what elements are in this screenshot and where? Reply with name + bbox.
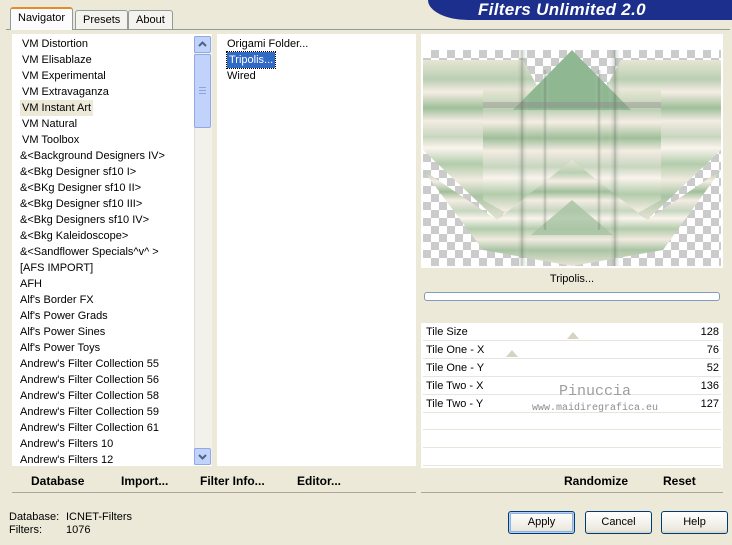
- category-item[interactable]: VM Distortion: [22, 36, 88, 52]
- parameter-value: 136: [700, 380, 719, 392]
- randomize-button[interactable]: Randomize: [564, 473, 628, 489]
- toolbar-divider: [12, 492, 416, 493]
- parameter-value: 128: [700, 326, 719, 338]
- category-item[interactable]: VM Elisablaze: [22, 52, 92, 68]
- preview-filter-name: Tripolis...: [423, 268, 721, 291]
- scroll-thumb[interactable]: [194, 54, 211, 128]
- parameter-label: Tile Two - X: [426, 380, 484, 392]
- category-item[interactable]: VM Instant Art: [20, 100, 94, 116]
- tab-about[interactable]: About: [128, 10, 173, 29]
- category-item[interactable]: &<Bkg Designer sf10 I>: [20, 164, 136, 180]
- parameter-row[interactable]: Tile One - Y 52: [423, 359, 721, 377]
- category-item[interactable]: VM Extravaganza: [22, 84, 109, 100]
- help-button[interactable]: Help: [661, 511, 728, 534]
- editor-button[interactable]: Editor...: [297, 473, 341, 489]
- category-item[interactable]: Alf's Power Toys: [20, 340, 100, 356]
- category-item[interactable]: Andrew's Filter Collection 61: [20, 420, 159, 436]
- slider-marker: [506, 350, 518, 357]
- chevron-down-icon: [198, 454, 207, 460]
- filter-item[interactable]: Tripolis...: [225, 51, 277, 69]
- watermark-url: www.maidiregrafica.eu: [531, 403, 659, 414]
- category-list[interactable]: VM Distortion VM Elisablaze VM Experimenta…: [12, 34, 212, 466]
- slider-marker: [567, 332, 579, 339]
- category-item[interactable]: Alf's Power Sines: [20, 324, 105, 340]
- parameter-value: 127: [700, 398, 719, 410]
- app-title: Filters Unlimited 2.0: [478, 0, 646, 19]
- chevron-up-icon: [198, 41, 207, 47]
- tab-panel-border: [6, 29, 730, 30]
- filter-info-button[interactable]: Filter Info...: [200, 473, 265, 489]
- category-item[interactable]: &<Bkg Designers sf10 IV>: [20, 212, 149, 228]
- filter-item[interactable]: Origami Folder...: [227, 36, 308, 52]
- parameter-label: Tile Two - Y: [426, 398, 484, 410]
- category-item[interactable]: [AFS IMPORT]: [20, 260, 93, 276]
- cancel-button[interactable]: Cancel: [585, 511, 652, 534]
- filter-list[interactable]: Origami Folder... Tripolis... Wired: [217, 34, 416, 466]
- category-item[interactable]: Andrew's Filters 10: [20, 436, 113, 452]
- category-item[interactable]: Andrew's Filter Collection 56: [20, 372, 159, 388]
- scroll-up-button[interactable]: [194, 36, 211, 53]
- database-label: Database:: [9, 511, 60, 523]
- database-value: ICNET-Filters: [66, 511, 132, 523]
- category-item[interactable]: Andrew's Filters 12: [20, 452, 113, 468]
- category-item[interactable]: &<Bkg Kaleidoscope>: [20, 228, 128, 244]
- database-button[interactable]: Database: [31, 473, 84, 489]
- category-item[interactable]: Alf's Border FX: [20, 292, 94, 308]
- category-item[interactable]: &<Background Designers IV>: [20, 148, 165, 164]
- parameter-row[interactable]: Tile One - X 76: [423, 341, 721, 359]
- category-item[interactable]: Andrew's Filter Collection 58: [20, 388, 159, 404]
- preview-image: [423, 50, 721, 266]
- toolbar-divider: [421, 492, 723, 493]
- scroll-down-button[interactable]: [194, 448, 211, 465]
- empty-parameter-row: [423, 449, 721, 466]
- category-item[interactable]: VM Experimental: [22, 68, 106, 84]
- parameter-label: Tile Size: [426, 326, 468, 338]
- tab-navigator[interactable]: Navigator: [10, 7, 74, 30]
- category-item[interactable]: VM Toolbox: [22, 132, 79, 148]
- parameter-value: 52: [706, 362, 719, 374]
- progress-bar: [424, 292, 720, 301]
- category-item[interactable]: &<Sandflower Specials^v^ >: [20, 244, 159, 260]
- category-item[interactable]: &<BKg Designer sf10 II>: [20, 180, 141, 196]
- import-button[interactable]: Import...: [121, 473, 168, 489]
- filters-count-label: Filters:: [9, 524, 42, 536]
- parameter-label: Tile One - X: [426, 344, 485, 356]
- reset-button[interactable]: Reset: [663, 473, 696, 489]
- parameter-label: Tile One - Y: [426, 362, 485, 374]
- watermark-name: Pinuccia: [558, 383, 631, 400]
- preview-pattern: [423, 50, 721, 266]
- filters-count-value: 1076: [66, 524, 91, 536]
- category-item[interactable]: Andrew's Filter Collection 55: [20, 356, 159, 372]
- category-item[interactable]: &<Bkg Designer sf10 III>: [20, 196, 142, 212]
- tab-presets[interactable]: Presets: [75, 10, 129, 29]
- category-item[interactable]: AFH: [20, 276, 42, 292]
- category-item[interactable]: Alf's Power Grads: [20, 308, 108, 324]
- filter-item[interactable]: Wired: [227, 68, 256, 84]
- category-item[interactable]: Andrew's Filter Collection 59: [20, 404, 159, 420]
- parameter-value: 76: [706, 344, 719, 356]
- empty-parameter-row: [423, 413, 721, 430]
- empty-parameter-row: [423, 431, 721, 448]
- category-item[interactable]: VM Natural: [22, 116, 77, 132]
- apply-button[interactable]: Apply: [508, 511, 575, 534]
